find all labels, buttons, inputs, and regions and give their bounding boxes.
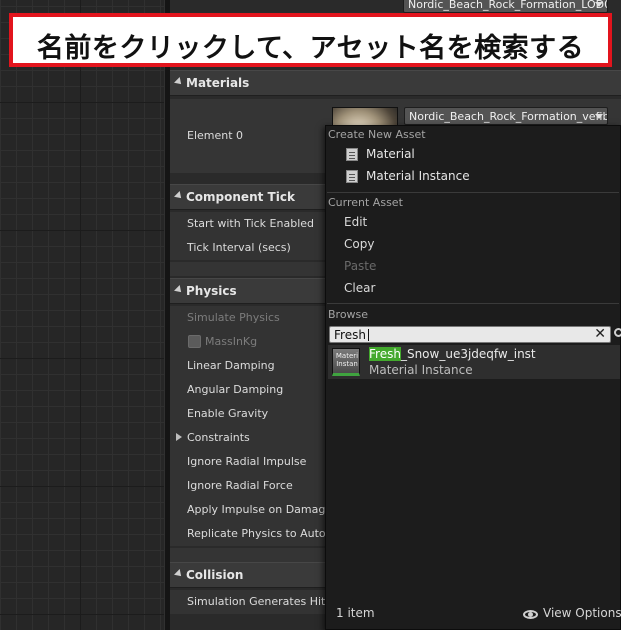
element-label: Element 0 <box>187 129 244 142</box>
property-label: Tick Interval (secs) <box>187 241 291 254</box>
instruction-banner: 名前をクリックして、アセット名を検索する <box>9 13 612 67</box>
property-row: Start with Tick Enabled <box>170 212 330 236</box>
property-row: Simulation Generates Hit Ev <box>170 590 342 614</box>
property-row: Simulate Physics <box>170 306 330 330</box>
clear-search-icon[interactable]: ✕ <box>594 326 606 342</box>
asset-search-value: Fresh <box>334 328 366 342</box>
property-label: Linear Damping <box>187 359 275 372</box>
menu-item-material[interactable]: Material <box>366 147 415 161</box>
property-label: Enable Gravity <box>187 407 269 420</box>
property-row: Replicate Physics to Autonc <box>170 522 339 546</box>
view-options-label: View Options <box>543 606 621 620</box>
static-mesh-combo[interactable]: Nordic_Beach_Rock_Formation_LOD0 <box>403 0 608 13</box>
material-instance-icon <box>346 170 358 183</box>
expand-arrow-icon[interactable] <box>176 433 182 441</box>
section-create-new-asset: Create New Asset <box>328 128 426 141</box>
collapse-arrow-icon <box>174 77 184 87</box>
thumbnail-text: Materi Instan <box>335 352 359 368</box>
view-options-button[interactable]: View Options <box>543 606 621 620</box>
property-row: Ignore Radial Impulse <box>170 450 330 474</box>
constraints-row[interactable]: Constraints <box>170 426 330 450</box>
category-materials[interactable]: Materials <box>170 70 621 96</box>
static-mesh-combo-label: Nordic_Beach_Rock_Formation_LOD0 <box>408 0 608 11</box>
material-icon <box>346 148 358 161</box>
collapse-arrow-icon <box>174 191 184 201</box>
property-label: Start with Tick Enabled <box>187 217 315 230</box>
menu-item-material-instance[interactable]: Material Instance <box>366 169 470 183</box>
property-label: Apply Impulse on Damage <box>187 503 333 516</box>
menu-item-copy[interactable]: Copy <box>344 237 374 251</box>
menu-item-paste: Paste <box>344 259 377 273</box>
eye-icon[interactable] <box>523 610 538 619</box>
property-label: Simulation Generates Hit Ev <box>187 595 343 608</box>
category-materials-label: Materials <box>186 76 250 90</box>
asset-picker-menu: Create New Asset Material Material Insta… <box>325 125 621 630</box>
property-label: Replicate Physics to Autonc <box>187 527 339 540</box>
category-collision-label: Collision <box>186 568 244 582</box>
menu-item-edit[interactable]: Edit <box>344 215 367 229</box>
mass-override-checkbox[interactable] <box>188 335 201 348</box>
menu-separator <box>327 192 619 193</box>
category-component-tick-label: Component Tick <box>186 190 295 204</box>
collapse-arrow-icon <box>174 569 184 579</box>
property-label: MassInKg <box>205 335 258 348</box>
material-combo[interactable]: Nordic_Beach_Rock_Formation_vefiba <box>404 107 608 125</box>
property-row: Apply Impulse on Damage <box>170 498 333 522</box>
instruction-banner-text: 名前をクリックして、アセット名を検索する <box>36 33 585 64</box>
section-browse: Browse <box>328 308 369 321</box>
asset-search-input[interactable]: Fresh ✕ <box>329 326 611 343</box>
menu-separator <box>327 303 619 304</box>
chevron-down-icon <box>595 114 603 119</box>
material-instance-thumbnail: Materi Instan <box>332 348 360 376</box>
property-row: Angular Damping <box>170 378 330 402</box>
asset-result-name: Fresh_Snow_ue3jdeqfw_inst <box>369 347 536 361</box>
item-count: 1 item <box>336 606 375 620</box>
property-label: Simulate Physics <box>187 311 280 324</box>
property-row: Enable Gravity <box>170 402 330 426</box>
category-physics-label: Physics <box>186 284 237 298</box>
chevron-down-icon <box>595 2 603 7</box>
graph-viewport[interactable] <box>0 0 164 630</box>
asset-result-name-rest: _Snow_ue3jdeqfw_inst <box>400 347 536 361</box>
property-label: Ignore Radial Force <box>187 479 293 492</box>
property-row: MassInKg <box>170 330 330 354</box>
material-combo-label: Nordic_Beach_Rock_Formation_vefiba <box>409 110 608 123</box>
property-row: Tick Interval (secs) <box>170 236 330 260</box>
asset-result-item[interactable]: Materi Instan Fresh_Snow_ue3jdeqfw_inst … <box>328 345 620 379</box>
section-current-asset: Current Asset <box>328 196 403 209</box>
search-match-highlight: Fresh <box>369 347 401 361</box>
search-icon[interactable] <box>614 328 621 337</box>
menu-item-clear[interactable]: Clear <box>344 281 375 295</box>
property-row: Linear Damping <box>170 354 330 378</box>
property-row: Ignore Radial Force <box>170 474 330 498</box>
property-label: Constraints <box>187 431 250 444</box>
property-label: Angular Damping <box>187 383 284 396</box>
asset-result-type: Material Instance <box>369 363 473 377</box>
text-caret <box>368 329 369 341</box>
collapse-arrow-icon <box>174 285 184 295</box>
property-label: Ignore Radial Impulse <box>187 455 307 468</box>
